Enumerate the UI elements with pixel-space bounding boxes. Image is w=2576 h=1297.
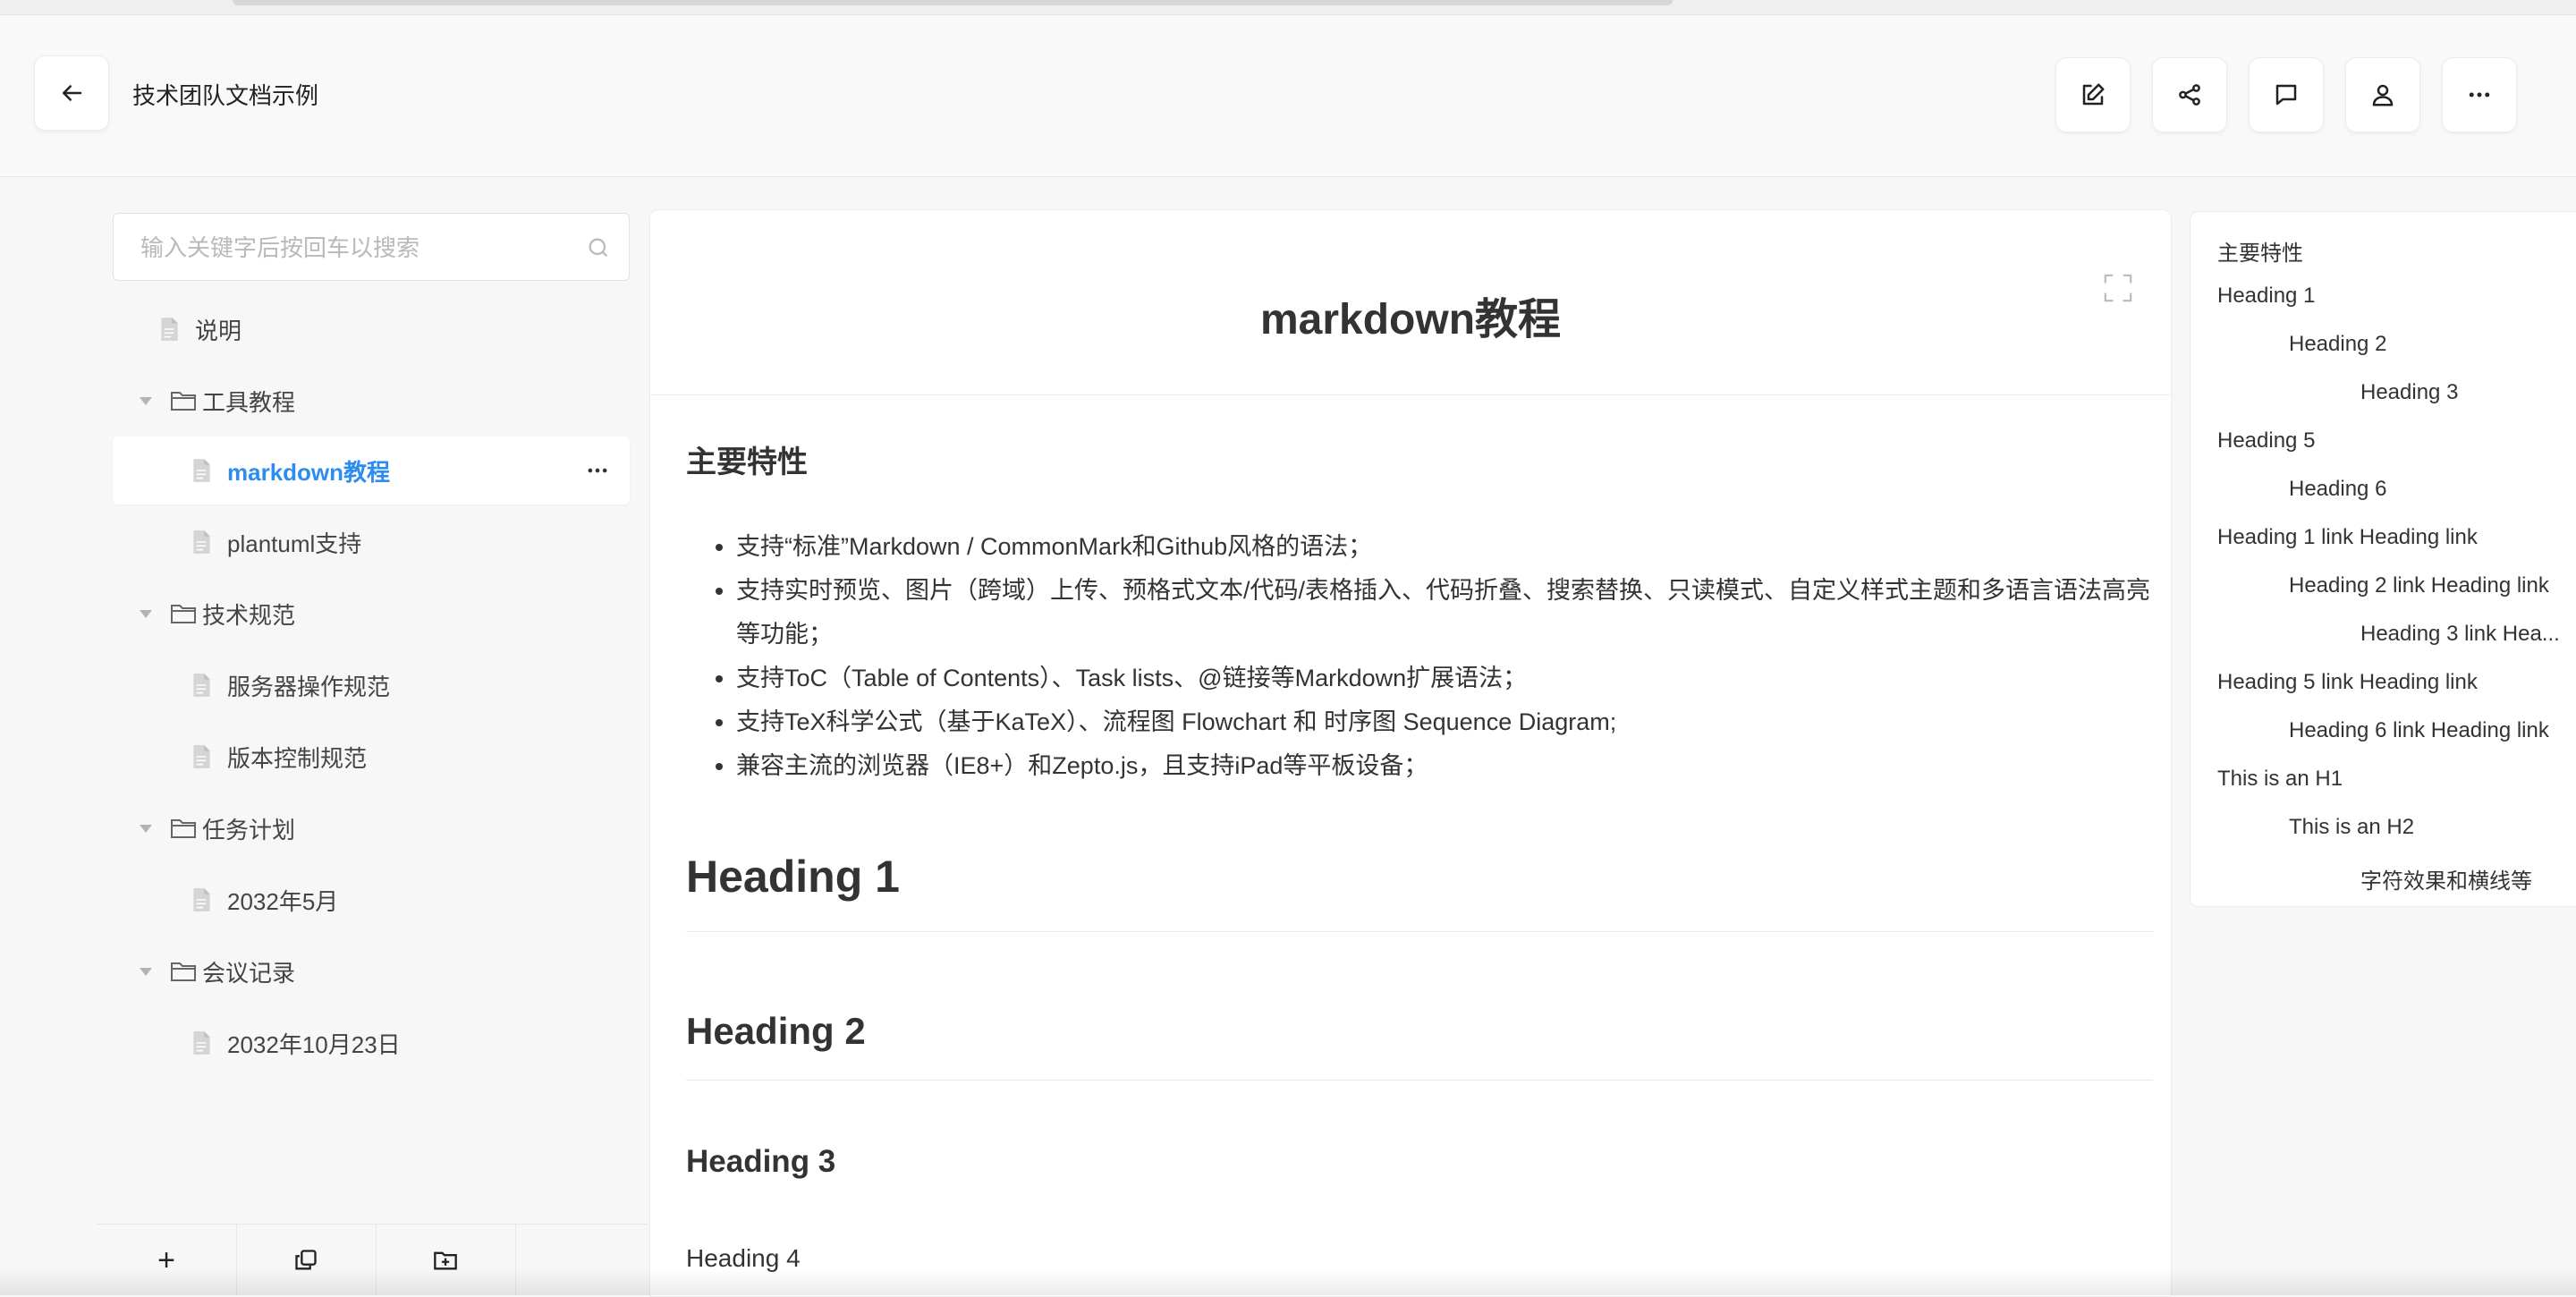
toc-item[interactable]: Heading 6 link Heading link [2289, 718, 2549, 743]
horizontal-scrollbar-thumb[interactable] [233, 0, 1673, 5]
caret-down-icon[interactable] [140, 610, 152, 618]
heading-3: Heading 3 [686, 1144, 836, 1179]
tree-folder-task-plan[interactable]: 任务计划 [113, 794, 630, 862]
toc-item[interactable]: Heading 2 [2289, 332, 2386, 357]
document-panel: markdown教程 主要特性 支持“标准”Markdown / CommonM… [649, 209, 2172, 1297]
more-icon [2469, 92, 2490, 97]
comment-button[interactable] [2249, 57, 2324, 132]
header: 技术团队文档示例 [0, 15, 2576, 177]
toc-item[interactable]: This is an H2 [2289, 815, 2414, 840]
caret-down-icon[interactable] [140, 825, 152, 833]
tree-folder-meetings[interactable]: 会议记录 [113, 937, 630, 1005]
toc-item[interactable]: Heading 1 link Heading link [2217, 525, 2478, 550]
tree-item-2032-oct-23[interactable]: 2032年10月23日 [113, 1009, 630, 1077]
toc-item[interactable]: Heading 6 [2289, 477, 2386, 502]
search-input[interactable] [114, 214, 589, 282]
tree-item-label: plantuml支持 [227, 530, 362, 557]
sidebar: 说明 工具教程 markdown教程 plantuml支持 技术规范 服务器操作… [97, 177, 648, 1296]
edit-button[interactable] [2055, 57, 2131, 132]
file-icon [193, 745, 210, 768]
top-scroll-strip [0, 0, 2576, 15]
table-of-contents: 主要特性 Heading 1 Heading 2 Heading 3 Headi… [2190, 211, 2576, 907]
file-icon [193, 459, 210, 482]
tree-item-server-ops[interactable]: 服务器操作规范 [113, 651, 630, 719]
list-item: 支持“标准”Markdown / CommonMark和Github风格的语法； [736, 525, 2158, 569]
toc-item[interactable]: Heading 5 [2217, 428, 2315, 454]
tree-item-2032-may[interactable]: 2032年5月 [113, 866, 630, 934]
search-icon[interactable] [586, 235, 611, 260]
folder-icon [171, 605, 196, 623]
tree-item-label: markdown教程 [227, 458, 391, 486]
document-header: markdown教程 [650, 210, 2171, 395]
tree-item-markdown[interactable]: markdown教程 [113, 437, 630, 504]
file-icon [161, 318, 178, 341]
tree-folder-tools[interactable]: 工具教程 [113, 367, 630, 435]
caret-down-icon[interactable] [140, 968, 152, 976]
list-item: 兼容主流的浏览器（IE8+）和Zepto.js，且支持iPad等平板设备； [736, 744, 2158, 788]
list-item: 支持ToC（Table of Contents）、Task lists、@链接等… [736, 657, 2158, 700]
list-item: 支持TeX科学公式（基于KaTeX）、流程图 Flowchart 和 时序图 S… [736, 700, 2158, 744]
user-button[interactable] [2345, 57, 2420, 132]
user-icon [2372, 84, 2394, 106]
tree-item-label: 2032年10月23日 [227, 1030, 401, 1058]
toc-item[interactable]: Heading 1 [2217, 284, 2315, 309]
file-icon [193, 888, 210, 911]
toc-item[interactable]: Heading 2 link Heading link [2289, 573, 2549, 598]
comment-icon [2275, 84, 2297, 106]
more-dots-icon[interactable] [585, 458, 610, 483]
toc-item[interactable]: This is an H1 [2217, 767, 2343, 792]
edit-icon [2082, 83, 2105, 106]
document-title: markdown教程 [1259, 296, 1562, 343]
toc-item[interactable]: Heading 3 link Hea... [2360, 622, 2560, 647]
toc-item[interactable]: Heading 5 link Heading link [2217, 670, 2478, 695]
folder-icon [171, 962, 196, 981]
toc-item[interactable]: 主要特性 [2217, 235, 2303, 267]
search-box [113, 213, 630, 282]
tree-item-label: 版本控制规范 [227, 744, 368, 772]
tree-item-version-control[interactable]: 版本控制规范 [113, 723, 630, 791]
tree-folder-tech-spec[interactable]: 技术规范 [113, 580, 630, 648]
more-button[interactable] [2442, 57, 2517, 132]
fullscreen-icon[interactable] [2103, 273, 2133, 303]
bottom-shadow [0, 1268, 2576, 1295]
tree-item-plantuml[interactable]: plantuml支持 [113, 508, 630, 576]
tree-item-readme[interactable]: 说明 [113, 295, 630, 363]
tree-item-label: 任务计划 [202, 816, 296, 843]
tree-item-label: 工具教程 [202, 388, 296, 416]
share-button[interactable] [2152, 57, 2227, 132]
heading-1: Heading 1 [686, 852, 900, 902]
tree-item-label: 会议记录 [202, 959, 296, 987]
feature-list: 支持“标准”Markdown / CommonMark和Github风格的语法；… [686, 525, 2158, 788]
list-item: 支持实时预览、图片（跨域）上传、预格式文本/代码/表格插入、代码折叠、搜索替换、… [736, 569, 2158, 657]
folder-icon [171, 392, 196, 411]
file-icon [193, 1031, 210, 1055]
back-button[interactable] [34, 55, 109, 131]
tree-item-label: 技术规范 [202, 601, 296, 629]
doc-title: 技术团队文档示例 [132, 82, 319, 109]
file-icon [193, 674, 210, 697]
tree-item-label: 2032年5月 [227, 887, 339, 915]
section-title: 主要特性 [686, 445, 808, 479]
heading-rule [686, 931, 2153, 932]
tree-item-label: 服务器操作规范 [227, 673, 391, 700]
toc-item[interactable]: 字符效果和横线等 [2360, 863, 2532, 894]
heading-rule [686, 1080, 2153, 1081]
arrow-left-icon [63, 85, 82, 101]
toc-item[interactable]: Heading 3 [2360, 380, 2458, 405]
caret-down-icon[interactable] [140, 397, 152, 405]
share-icon [2179, 84, 2200, 106]
heading-2: Heading 2 [686, 1010, 866, 1052]
file-icon [193, 530, 210, 554]
folder-icon [171, 819, 196, 838]
tree-item-label: 说明 [195, 317, 242, 344]
